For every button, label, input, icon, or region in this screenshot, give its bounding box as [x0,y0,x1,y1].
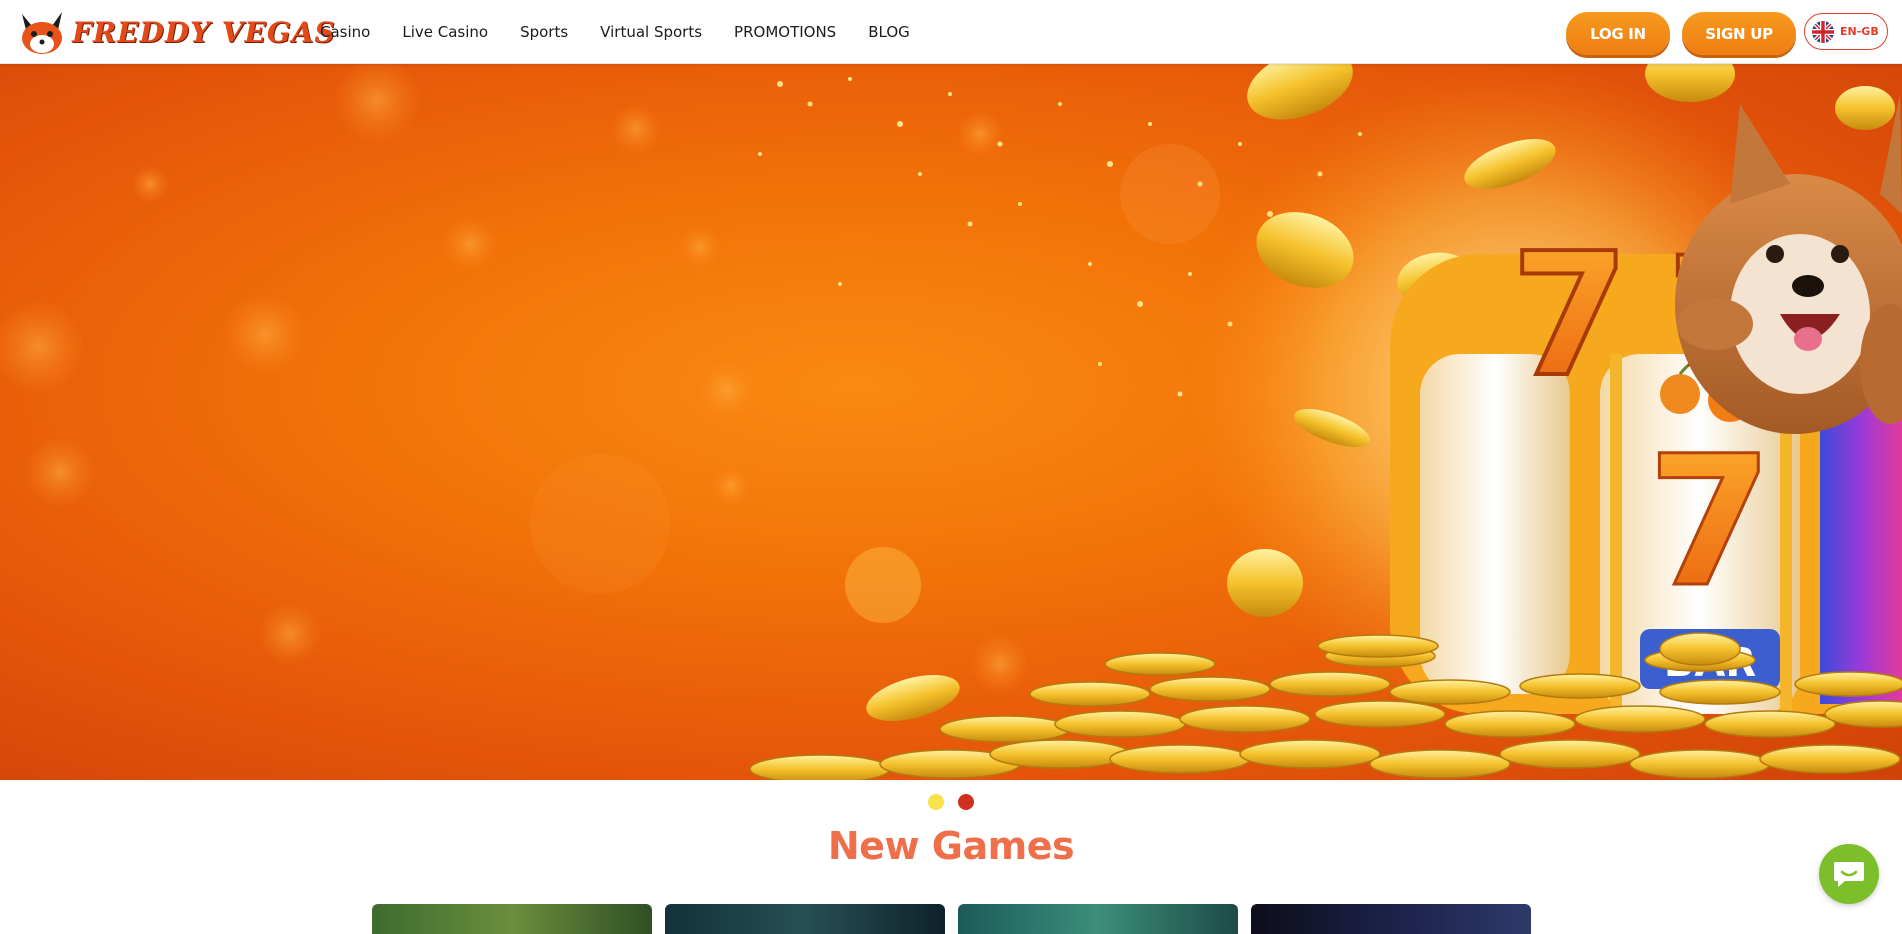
nav-virtual-sports[interactable]: Virtual Sports [600,23,702,41]
nav-blog[interactable]: BLOG [868,23,910,41]
game-card[interactable] [958,904,1238,934]
game-cards-row [372,904,1531,934]
nav-casino[interactable]: Casino [320,23,370,41]
game-card[interactable] [665,904,945,934]
reel-seven-symbol: 7 [1647,418,1772,627]
fox-logo-icon [22,12,62,54]
new-games-title: New Games [827,824,1075,868]
game-card[interactable] [372,904,652,934]
language-label: EN-GB [1840,25,1879,38]
svg-text:7: 7 [1511,217,1629,415]
hero-artwork: 7 BAR 7 7 [0,64,1902,780]
carousel-dot-1[interactable] [928,794,944,810]
site-logo[interactable]: FREDDY VEGAS [16,8,336,56]
uk-flag-icon [1812,20,1834,43]
logo-text: FREDDY VEGAS [72,15,336,49]
main-nav: Casino Live Casino Sports Virtual Sports… [320,0,910,64]
chat-widget-button[interactable] [1819,844,1879,904]
nav-promotions[interactable]: PROMOTIONS [734,23,836,41]
login-button[interactable]: LOG IN [1566,12,1670,55]
site-header: FREDDY VEGAS Casino Live Casino Sports V… [0,0,1902,64]
language-selector[interactable]: EN-GB [1804,13,1888,50]
carousel-dot-2[interactable] [958,794,974,810]
nav-sports[interactable]: Sports [520,23,568,41]
carousel-pagination [928,794,974,810]
game-card[interactable] [1251,904,1531,934]
chat-icon [1834,862,1864,887]
hero-banner[interactable]: 7 BAR 7 7 [0,64,1902,780]
signup-button[interactable]: SIGN UP [1682,12,1796,55]
nav-live-casino[interactable]: Live Casino [402,23,488,41]
